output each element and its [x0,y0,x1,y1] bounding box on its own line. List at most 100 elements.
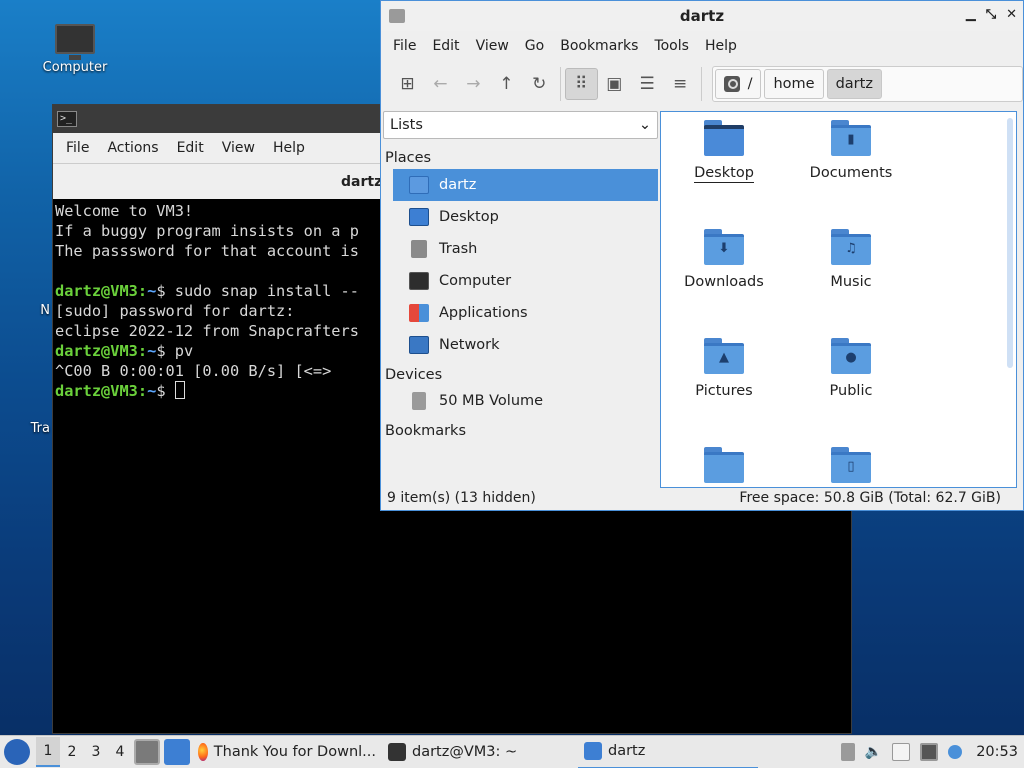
templates-folder-icon: ▯ [831,447,871,483]
file-item[interactable]: ● Public [791,338,911,399]
workspace-2[interactable]: 2 [60,737,84,767]
minimize-button[interactable]: ▁ [966,7,976,22]
close-button[interactable]: ✕ [1006,7,1017,22]
file-manager-launcher-icon[interactable] [134,739,160,765]
breadcrumb-home[interactable]: home [764,69,824,99]
drive-icon [412,392,426,410]
file-item[interactable]: ▯ [791,447,911,487]
thumbnail-view-icon[interactable]: ▣ [598,68,631,100]
fm-menubar: File Edit View Go Bookmarks Tools Help [381,31,1023,61]
desktop-trash-icon[interactable]: Tra [0,421,52,436]
file-label: Desktop [694,165,754,183]
side-pane: Lists ⌄ Places dartz Desktop Trash Compu… [383,111,658,488]
item-count: 9 item(s) (13 hidden) [387,490,536,506]
file-item[interactable]: ▮ Documents [791,120,911,181]
public-folder-icon: ● [831,338,871,374]
desktop-computer-icon[interactable]: Computer [30,24,120,75]
side-pane-mode-select[interactable]: Lists ⌄ [383,111,658,139]
task-terminal[interactable]: dartz@VM3: ~ [382,736,578,768]
network-icon [409,336,429,354]
menu-actions[interactable]: Actions [98,140,167,156]
sidebar-item-volume[interactable]: 50 MB Volume [393,385,658,417]
network-status-icon[interactable] [920,743,939,761]
fm-titlebar[interactable]: dartz ▁ ⤡ ✕ [381,1,1023,31]
bookmarks-header: Bookmarks [385,423,467,439]
removable-drive-icon[interactable] [840,743,855,761]
menu-edit[interactable]: Edit [168,140,213,156]
sidebar-item-network[interactable]: Network [393,329,658,361]
new-tab-icon[interactable]: ⊞ [391,68,424,100]
menu-help[interactable]: Help [697,38,745,54]
clock[interactable]: 20:53 [972,744,1018,760]
menu-help[interactable]: Help [264,140,314,156]
menu-edit[interactable]: Edit [424,38,467,54]
file-item[interactable]: Desktop [664,120,784,183]
file-manager-icon [584,742,602,760]
file-view-scrollbar[interactable] [1007,118,1013,368]
shell-prompt: dartz@VM3:~ [55,382,157,400]
system-tray: 🔈 20:53 [840,743,1024,761]
file-label: Music [830,274,872,290]
folder-icon [704,447,744,483]
fm-toolbar: ⊞ ← → ↑ ↻ ⠿ ▣ ☰ ≡ / home dartz [381,61,1023,107]
file-item[interactable] [664,447,784,487]
desktop-partial-icon-n[interactable]: N [0,303,52,318]
documents-folder-icon: ▮ [831,120,871,156]
sidebar-item-trash[interactable]: Trash [393,233,658,265]
detail-list-view-icon[interactable]: ≡ [664,68,697,100]
devices-header: Devices [385,367,443,383]
terminal-icon [388,743,406,761]
menu-file[interactable]: File [385,38,424,54]
sidebar-item-computer[interactable]: Computer [393,265,658,297]
file-manager-window[interactable]: dartz ▁ ⤡ ✕ File Edit View Go Bookmarks … [380,0,1024,511]
workspace-3[interactable]: 3 [84,737,108,767]
up-arrow-icon[interactable]: ↑ [490,68,523,100]
shell-prompt: dartz@VM3:~ [55,342,157,360]
volume-icon[interactable]: 🔈 [865,744,882,760]
menu-file[interactable]: File [57,140,98,156]
toolbar-separator [559,67,561,101]
maximize-button[interactable]: ⤡ [986,7,996,22]
menu-go[interactable]: Go [517,38,552,54]
breadcrumb-root[interactable]: / [714,69,762,99]
icon-view-icon[interactable]: ⠿ [564,68,598,100]
update-notifier-icon[interactable] [948,745,963,759]
task-firefox[interactable]: Thank You for Downl... [192,736,382,768]
chevron-down-icon: ⌄ [638,117,651,133]
file-label: Downloads [684,274,764,290]
window-title: dartz [679,7,725,25]
file-label: Documents [809,165,893,181]
breadcrumb-current[interactable]: dartz [826,69,882,99]
desktop-folder-icon [704,120,744,156]
menu-view[interactable]: View [213,140,264,156]
sidebar-item-desktop[interactable]: Desktop [393,201,658,233]
taskbar: 1 2 3 4 Thank You for Downl... dartz@VM3… [0,735,1024,768]
workspace-1[interactable]: 1 [36,737,60,767]
sidebar-item-dartz[interactable]: dartz [393,169,658,201]
clipboard-icon[interactable] [892,743,911,761]
pictures-folder-icon: ▲ [704,338,744,374]
show-desktop-icon[interactable] [164,739,190,765]
file-view[interactable]: Desktop ▮ Documents ⬇ Downloads ♫ Music ▲ Pictur… [660,111,1017,488]
back-arrow-icon[interactable]: ← [424,68,457,100]
task-file-manager[interactable]: dartz [578,736,758,768]
breadcrumb: / home dartz [711,66,1023,102]
downloads-folder-icon: ⬇ [704,229,744,265]
status-bar: 9 item(s) (13 hidden) Free space: 50.8 G… [381,486,1023,510]
monitor-icon [55,24,95,60]
workspace-4[interactable]: 4 [108,737,132,767]
location-search-icon[interactable] [723,76,740,92]
forward-arrow-icon[interactable]: → [457,68,490,100]
menu-bookmarks[interactable]: Bookmarks [552,38,646,54]
menu-tools[interactable]: Tools [646,38,697,54]
reload-icon[interactable]: ↻ [523,68,556,100]
free-space: Free space: 50.8 GiB (Total: 62.7 GiB) [739,490,1001,506]
file-item[interactable]: ♫ Music [791,229,911,290]
start-menu-icon[interactable] [4,739,30,765]
file-item[interactable]: ▲ Pictures [664,338,784,399]
file-item[interactable]: ⬇ Downloads [664,229,784,290]
compact-view-icon[interactable]: ☰ [631,68,664,100]
shell-prompt: dartz@VM3:~ [55,282,157,300]
sidebar-item-applications[interactable]: Applications [393,297,658,329]
menu-view[interactable]: View [468,38,517,54]
